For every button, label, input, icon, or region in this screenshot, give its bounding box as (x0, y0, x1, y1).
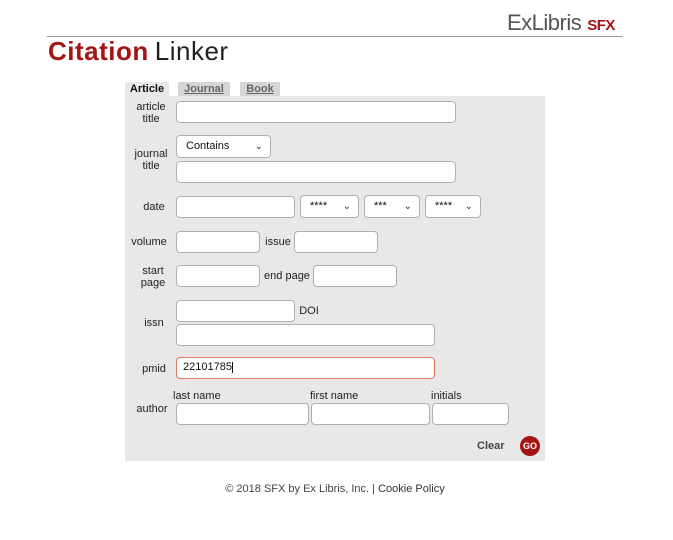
citation-form: article title Contains ⌄ journal title d… (125, 96, 545, 461)
page-title-part1: Citation (48, 36, 149, 66)
date-label: date (143, 201, 165, 213)
last-name-label: last name (173, 390, 221, 402)
text-cursor (231, 361, 233, 373)
chevron-down-icon: ⌄ (403, 201, 412, 212)
first-name-label: first name (310, 390, 359, 402)
tab-article[interactable]: Article (125, 82, 169, 96)
journal-title-label: journal title (129, 148, 173, 172)
doi-input[interactable] (176, 324, 435, 346)
end-page-label: end page (264, 270, 310, 282)
clear-button[interactable]: Clear (477, 440, 505, 452)
date-day-value: **** (435, 200, 453, 212)
issue-label: issue (265, 236, 291, 248)
initials-input[interactable] (432, 403, 509, 425)
footer: © 2018 SFX by Ex Libris, Inc. | Cookie P… (0, 483, 670, 495)
footer-copyright: © 2018 SFX by Ex Libris, Inc. | (225, 483, 376, 495)
page-title: Citation Linker (48, 36, 229, 66)
article-title-input[interactable] (176, 101, 456, 123)
exlibris-sfx-logo: ExLibris SFX (507, 10, 615, 36)
journal-match-select[interactable]: Contains ⌄ (176, 135, 271, 158)
journal-title-input[interactable] (176, 161, 456, 183)
issn-label: issn (144, 317, 164, 329)
date-year-value: **** (310, 200, 328, 212)
go-button[interactable]: GO (520, 436, 540, 456)
chevron-down-icon: ⌄ (342, 201, 351, 212)
pmid-input[interactable]: 22101785 (176, 357, 435, 379)
issn-input[interactable] (176, 300, 295, 322)
pmid-value: 22101785 (183, 361, 232, 373)
end-page-input[interactable] (313, 265, 397, 287)
cookie-policy-link[interactable]: Cookie Policy (378, 483, 445, 495)
date-input[interactable] (176, 196, 295, 218)
chevron-down-icon: ⌄ (254, 141, 263, 152)
article-title-label: article title (129, 101, 173, 125)
volume-input[interactable] (176, 231, 260, 253)
journal-match-value: Contains (186, 140, 230, 152)
start-page-label: start page (131, 265, 175, 289)
brand-name: ExLibris (507, 10, 582, 35)
first-name-input[interactable] (311, 403, 430, 425)
start-page-label-line1: start (142, 265, 164, 277)
volume-label: volume (131, 236, 167, 248)
author-label: author (136, 403, 168, 415)
date-day-select[interactable]: **** ⌄ (425, 195, 481, 218)
article-title-label-line1: article (136, 101, 166, 113)
brand-product: SFX (587, 17, 615, 34)
journal-title-label-line2: title (142, 160, 160, 172)
doi-label: DOI (299, 305, 319, 317)
article-title-label-line2: title (142, 113, 160, 125)
issue-input[interactable] (294, 231, 378, 253)
start-page-label-line2: page (140, 277, 166, 289)
initials-label: initials (431, 390, 462, 402)
start-page-input[interactable] (176, 265, 260, 287)
date-month-select[interactable]: *** ⌄ (364, 195, 420, 218)
pmid-label: pmid (142, 363, 166, 375)
last-name-input[interactable] (176, 403, 309, 425)
journal-title-label-line1: journal (134, 148, 168, 160)
date-year-select[interactable]: **** ⌄ (300, 195, 359, 218)
chevron-down-icon: ⌄ (464, 201, 473, 212)
tab-journal[interactable]: Journal (178, 82, 230, 96)
page-title-part2: Linker (154, 36, 229, 66)
date-month-value: *** (374, 200, 387, 212)
tab-book[interactable]: Book (240, 82, 280, 96)
